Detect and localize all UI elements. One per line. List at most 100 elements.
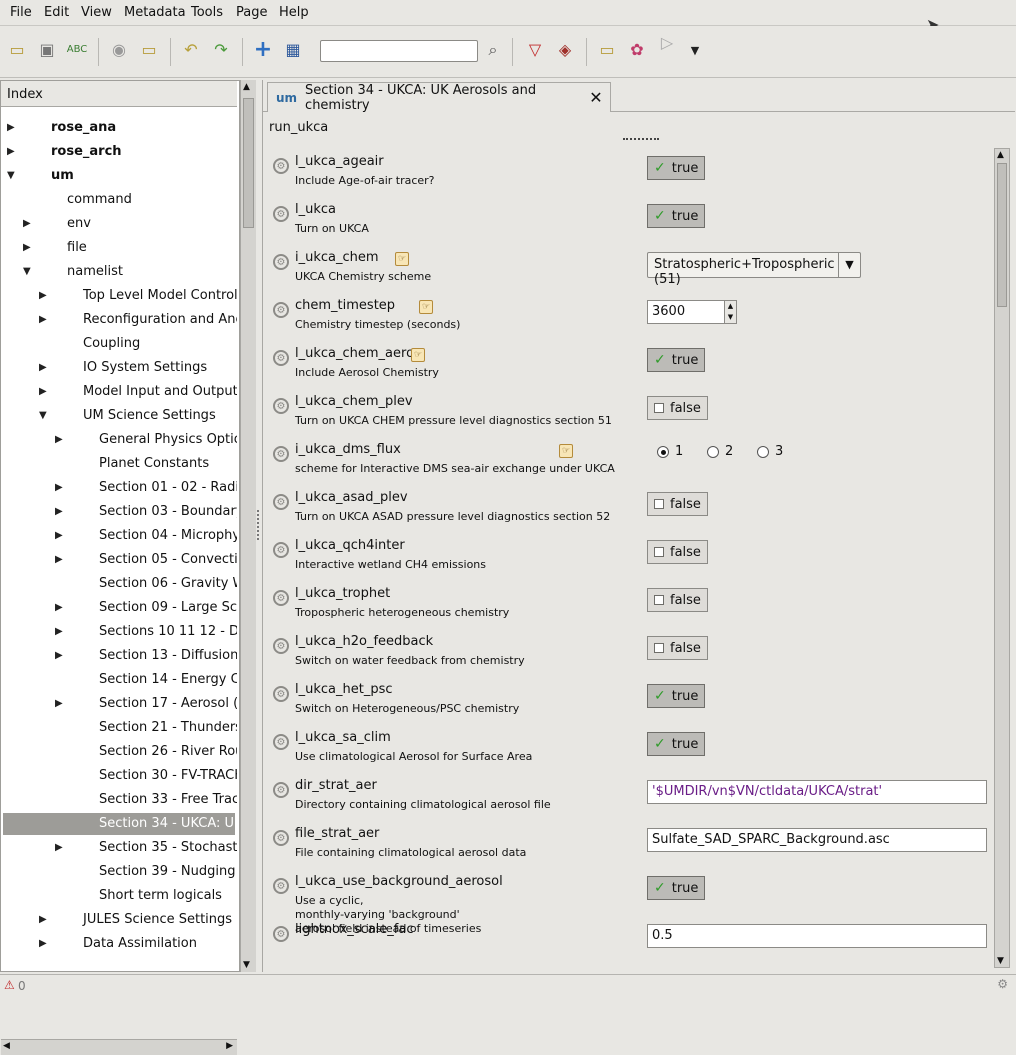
expand-arrow-icon[interactable]: ▶ (55, 621, 63, 643)
index-scrollbar[interactable]: ▲ ▼ (240, 80, 256, 972)
tree-item[interactable]: ▶ Sections 10 11 12 - Dyn (1, 621, 237, 643)
expand-arrow-icon[interactable]: ▶ (39, 381, 47, 403)
gear-icon[interactable]: ⚙ (273, 206, 289, 222)
macro-check-icon[interactable]: ▽ (524, 39, 546, 61)
tree-item[interactable]: ▶ Section 17 - Aerosol (Cl (1, 693, 237, 715)
boolean-toggle-button[interactable]: ✓ true (647, 684, 706, 708)
expand-arrow-icon[interactable]: ▶ (55, 597, 63, 619)
tree-item[interactable]: ▶ Top Level Model Control (1, 285, 237, 307)
menu-tools[interactable]: Tools (191, 5, 223, 20)
close-tab-icon[interactable]: ✕ (588, 88, 604, 107)
tree-item[interactable]: Section 34 - UKCA: UK (3, 813, 237, 835)
spin-arrows-icon[interactable]: ▲ ▼ (724, 301, 736, 323)
dropdown-arrow-icon[interactable]: ▼ (838, 253, 860, 277)
menu-file[interactable]: File (10, 5, 32, 20)
scroll-up-icon[interactable]: ▲ (997, 150, 1004, 160)
expand-arrow-icon[interactable]: ▶ (39, 285, 47, 307)
text-field[interactable]: 0.5 (647, 924, 987, 948)
tree-item[interactable]: ▶ Section 01 - 02 - Radia (1, 477, 237, 499)
gear-icon[interactable]: ⚙ (273, 302, 289, 318)
menu-view[interactable]: View (81, 5, 112, 20)
boolean-toggle-button[interactable]: false (647, 636, 708, 660)
gear-icon[interactable]: ⚙ (273, 830, 289, 846)
boolean-toggle-button[interactable]: ✓ true (647, 876, 706, 900)
tree-item[interactable]: Section 39 - Nudging (1, 861, 237, 883)
boolean-toggle-button[interactable]: ✓ true (647, 348, 706, 372)
expand-arrow-icon[interactable]: ▶ (39, 357, 47, 379)
scroll-thumb[interactable] (243, 98, 254, 228)
tree-item[interactable]: Section 14 - Energy Cor (1, 669, 237, 691)
gear-icon[interactable]: ⚙ (273, 446, 289, 462)
run-dropdown-icon[interactable]: ▼ (684, 39, 706, 61)
resize-grip[interactable] (623, 138, 659, 140)
graph-icon[interactable]: ✿ (626, 39, 648, 61)
pane-splitter[interactable] (257, 510, 260, 540)
tree-item[interactable]: Section 21 - Thundersto (1, 717, 237, 739)
boolean-toggle-button[interactable]: ✓ true (647, 732, 706, 756)
tree-item[interactable]: ▼ namelist (1, 261, 237, 283)
expand-arrow-icon[interactable]: ▶ (55, 501, 63, 523)
gear-icon[interactable]: ⚙ (273, 782, 289, 798)
gear-icon[interactable]: ⚙ (273, 590, 289, 606)
console-icon[interactable]: ⚙ (997, 977, 1008, 991)
expand-arrow-icon[interactable]: ▶ (23, 237, 31, 259)
radio-option[interactable]: 2 (707, 444, 733, 459)
tree-item[interactable]: ▶ Section 04 - Microphysi (1, 525, 237, 547)
gear-icon[interactable]: ⚙ (273, 926, 289, 942)
gear-icon[interactable]: ⚙ (273, 542, 289, 558)
menu-help[interactable]: Help (279, 5, 309, 20)
tree-item[interactable]: Section 06 - Gravity Wa (1, 573, 237, 595)
boolean-toggle-button[interactable]: false (647, 540, 708, 564)
text-field[interactable]: Sulfate_SAD_SPARC_Background.asc (647, 828, 987, 852)
tree-item[interactable]: Short term logicals (1, 885, 237, 907)
tree-item[interactable]: command (1, 189, 237, 211)
timestep-spinbox[interactable]: 3600 ▲ ▼ (647, 300, 737, 324)
gear-icon[interactable]: ⚙ (273, 254, 289, 270)
tree-item[interactable]: ▼ um (1, 165, 237, 187)
chemistry-scheme-select[interactable]: Stratospheric+Tropospheric (51) ▼ (647, 252, 861, 287)
calendar-icon[interactable]: ▦ (282, 39, 304, 61)
add-icon[interactable]: + (252, 39, 274, 61)
tree-item[interactable]: ▶ Section 03 - Boundary L (1, 501, 237, 523)
redo-icon[interactable]: ↷ (210, 39, 232, 61)
menu-edit[interactable]: Edit (44, 5, 69, 20)
collapse-arrow-icon[interactable]: ▼ (7, 165, 15, 187)
folder-icon[interactable]: ▭ (138, 39, 160, 61)
radio-option[interactable]: 3 (757, 444, 783, 459)
editor-scrollbar[interactable]: ▲ ▼ (994, 148, 1010, 968)
tree-item[interactable]: Coupling (1, 333, 237, 355)
scroll-right-icon[interactable]: ▶ (226, 1041, 233, 1051)
tree-item[interactable]: Planet Constants (1, 453, 237, 475)
boolean-toggle-button[interactable]: false (647, 588, 708, 612)
expand-arrow-icon[interactable]: ▶ (55, 837, 63, 859)
gear-icon[interactable]: ⚙ (273, 638, 289, 654)
spell-check-icon[interactable]: ABC (66, 39, 88, 61)
collapse-arrow-icon[interactable]: ▼ (23, 261, 31, 283)
expand-arrow-icon[interactable]: ▶ (55, 525, 63, 547)
undo-icon[interactable]: ↶ (180, 39, 202, 61)
expand-arrow-icon[interactable]: ▶ (39, 933, 47, 955)
tree-item[interactable]: ▶ Section 35 - Stochastic (1, 837, 237, 859)
gear-icon[interactable]: ⚙ (273, 686, 289, 702)
tree-item[interactable]: ▶ Model Input and Output (1, 381, 237, 403)
tree-item[interactable]: ▶ Data Assimilation (1, 933, 237, 955)
boolean-toggle-button[interactable]: false (647, 396, 708, 420)
tree-item[interactable]: ▶ file (1, 237, 237, 259)
gear-icon[interactable]: ⚙ (273, 158, 289, 174)
gear-icon[interactable]: ⚙ (273, 398, 289, 414)
gear-icon[interactable]: ⚙ (273, 734, 289, 750)
tree-item[interactable]: ▶ General Physics Option (1, 429, 237, 451)
expand-arrow-icon[interactable]: ▶ (23, 213, 31, 235)
collapse-arrow-icon[interactable]: ▼ (39, 405, 47, 427)
stop-icon[interactable]: ◉ (108, 39, 130, 61)
text-field[interactable]: '$UMDIR/vn$VN/ctldata/UKCA/strat' (647, 780, 987, 804)
tree-item[interactable]: ▶ env (1, 213, 237, 235)
scroll-down-icon[interactable]: ▼ (997, 956, 1004, 966)
gear-icon[interactable]: ⚙ (273, 878, 289, 894)
tree-item[interactable]: Section 26 - River Routi (1, 741, 237, 763)
scroll-down-icon[interactable]: ▼ (243, 960, 250, 970)
expand-arrow-icon[interactable]: ▶ (7, 141, 15, 163)
tree-item[interactable]: ▶ Reconfiguration and Ancilla (1, 309, 237, 331)
tree-item[interactable]: ▶ Section 13 - Diffusion ar (1, 645, 237, 667)
horizontal-scrollbar[interactable]: ◀ ▶ (1, 1039, 237, 1055)
